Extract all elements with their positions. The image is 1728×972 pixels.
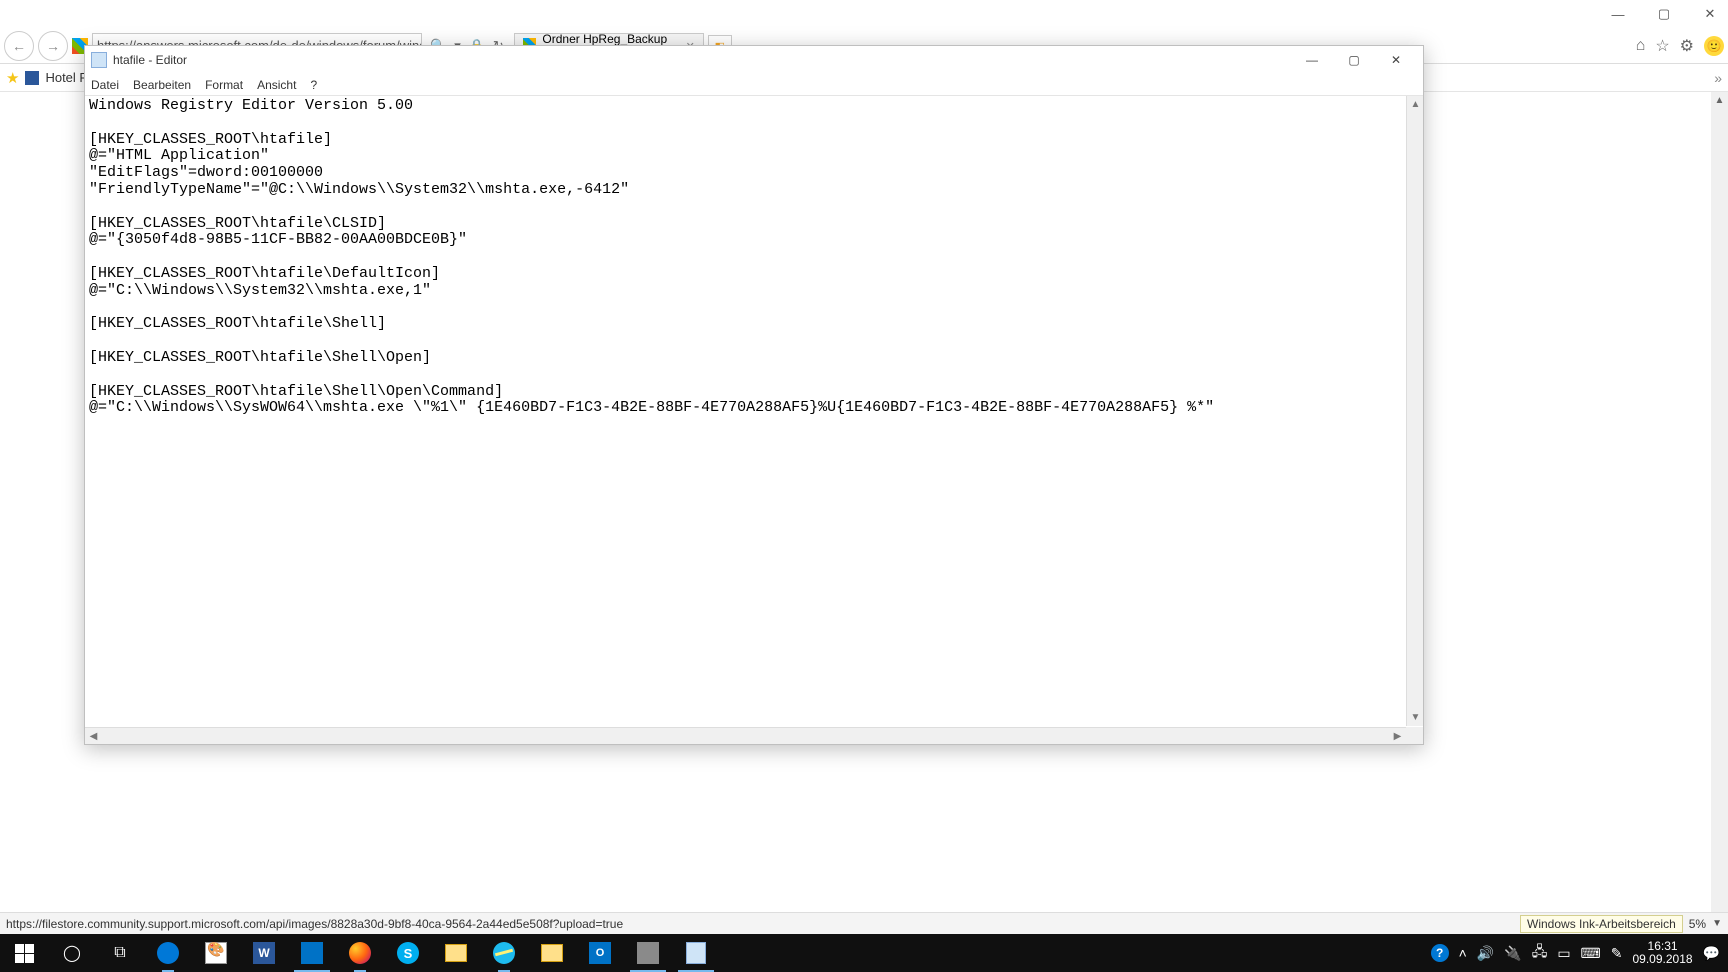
home-icon[interactable]: ⌂: [1636, 37, 1646, 55]
taskbar-firefox[interactable]: [336, 934, 384, 972]
generic-app-icon: [637, 942, 659, 964]
skype-icon: S: [397, 942, 419, 964]
menu-bearbeiten[interactable]: Bearbeiten: [133, 78, 191, 92]
taskbar-notepad[interactable]: [672, 934, 720, 972]
ie-titlebar: — ▢ ✕: [0, 0, 1728, 28]
taskbar-ie[interactable]: [480, 934, 528, 972]
firefox-icon: [349, 942, 371, 964]
notepad-title: htafile - Editor: [113, 53, 187, 67]
taskbar: ◯ ⧉ W S O ? ˄ 🔊 🔌 🖧 ▭ ⌨ ✎ 16:31 09.09.20…: [0, 934, 1728, 972]
notepad-window-buttons: — ▢ ✕: [1291, 47, 1417, 73]
menu-format[interactable]: Format: [205, 78, 243, 92]
taskbar-explorer[interactable]: [432, 934, 480, 972]
notepad-text-area[interactable]: Windows Registry Editor Version 5.00 [HK…: [85, 96, 1423, 744]
status-url: https://filestore.community.support.micr…: [6, 917, 623, 931]
notepad-icon: [91, 52, 107, 68]
notepad-titlebar[interactable]: htafile - Editor — ▢ ✕: [85, 46, 1423, 74]
feedback-icon[interactable]: 🙂: [1704, 36, 1724, 56]
notepad-window: htafile - Editor — ▢ ✕ Datei Bearbeiten …: [84, 45, 1424, 745]
zoom-text: 5%: [1689, 917, 1706, 931]
ie-status-bar: https://filestore.community.support.micr…: [0, 912, 1728, 934]
scroll-up-icon[interactable]: ▲: [1711, 92, 1728, 109]
favorites-icon[interactable]: ☆: [1655, 36, 1669, 56]
volume-icon[interactable]: 🔊: [1477, 945, 1494, 962]
cortana-button[interactable]: ◯: [48, 934, 96, 972]
taskbar-mail[interactable]: [288, 934, 336, 972]
taskbar-skype[interactable]: S: [384, 934, 432, 972]
notepad-resize-grip[interactable]: [1406, 727, 1423, 744]
folder-icon: [541, 944, 563, 962]
system-tray: ? ˄ 🔊 🔌 🖧 ▭ ⌨ ✎ 16:31 09.09.2018 💬: [1423, 940, 1728, 966]
bookmark-favicon-icon: [25, 71, 39, 85]
favbar-overflow-icon[interactable]: »: [1714, 70, 1722, 86]
add-favorite-icon[interactable]: ★: [6, 69, 19, 87]
tools-icon[interactable]: ⚙: [1680, 36, 1694, 56]
paint-icon: [205, 942, 227, 964]
np-scroll-left-icon[interactable]: ◀: [85, 728, 102, 745]
np-scroll-up-icon[interactable]: ▲: [1407, 96, 1424, 113]
edge-icon: [157, 942, 179, 964]
battery-icon[interactable]: ▭: [1557, 945, 1570, 962]
notepad-close-button[interactable]: ✕: [1375, 47, 1417, 73]
notepad-maximize-button[interactable]: ▢: [1333, 47, 1375, 73]
clock[interactable]: 16:31 09.09.2018: [1633, 940, 1693, 966]
date-text: 09.09.2018: [1633, 953, 1693, 966]
network-icon[interactable]: 🖧: [1532, 941, 1548, 965]
keyboard-icon[interactable]: ⌨: [1581, 945, 1601, 962]
menu-help[interactable]: ?: [310, 78, 317, 92]
ie-minimize-button[interactable]: —: [1604, 3, 1632, 25]
taskbar-app1[interactable]: [624, 934, 672, 972]
windows-logo-icon: [15, 944, 34, 963]
notepad-horizontal-scrollbar[interactable]: ◀ ▶: [85, 727, 1406, 744]
taskbar-outlook[interactable]: O: [576, 934, 624, 972]
notepad-taskbar-icon: [686, 942, 706, 964]
notepad-minimize-button[interactable]: —: [1291, 47, 1333, 73]
page-scrollbar[interactable]: ▲: [1711, 92, 1728, 934]
np-scroll-down-icon[interactable]: ▼: [1407, 709, 1424, 726]
taskbar-word[interactable]: W: [240, 934, 288, 972]
ie-toolbar-right: ⌂ ☆ ⚙ 🙂: [1636, 36, 1724, 56]
notepad-menu-bar: Datei Bearbeiten Format Ansicht ?: [85, 74, 1423, 96]
file-explorer-icon: [445, 944, 467, 962]
usb-icon[interactable]: 🔌: [1504, 945, 1521, 962]
menu-datei[interactable]: Datei: [91, 78, 119, 92]
forward-button[interactable]: →: [38, 31, 68, 61]
taskbar-edge[interactable]: [144, 934, 192, 972]
zoom-dropdown-icon[interactable]: ▼: [1712, 918, 1722, 929]
menu-ansicht[interactable]: Ansicht: [257, 78, 296, 92]
help-icon[interactable]: ?: [1431, 944, 1449, 962]
notepad-vertical-scrollbar[interactable]: ▲ ▼: [1406, 96, 1423, 726]
ie-maximize-button[interactable]: ▢: [1650, 3, 1678, 25]
taskbar-paint[interactable]: [192, 934, 240, 972]
mail-icon: [301, 942, 323, 964]
start-button[interactable]: [0, 934, 48, 972]
word-icon: W: [253, 942, 275, 964]
ink-tooltip: Windows Ink-Arbeitsbereich: [1520, 915, 1683, 933]
ie-close-button[interactable]: ✕: [1696, 3, 1724, 25]
taskbar-folder2[interactable]: [528, 934, 576, 972]
pen-icon[interactable]: ✎: [1611, 945, 1623, 962]
action-center-icon[interactable]: 💬: [1703, 945, 1720, 962]
np-scroll-right-icon[interactable]: ▶: [1389, 728, 1406, 745]
task-view-button[interactable]: ⧉: [96, 934, 144, 972]
tray-chevron-icon[interactable]: ˄: [1459, 945, 1467, 961]
back-button[interactable]: ←: [4, 31, 34, 61]
outlook-icon: O: [589, 942, 611, 964]
status-right: Windows Ink-Arbeitsbereich 5% ▼: [1520, 915, 1722, 933]
ie-icon: [493, 942, 515, 964]
